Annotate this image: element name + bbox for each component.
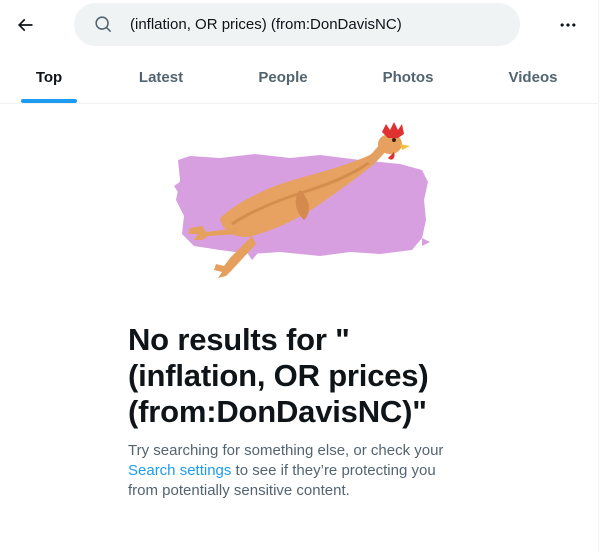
- empty-state-title: No results for " (inflation, OR prices) …: [128, 322, 429, 429]
- tab-label: People: [258, 69, 308, 86]
- arrow-left-icon: [17, 18, 33, 32]
- search-settings-link[interactable]: Search settings: [128, 462, 231, 479]
- tab-label: Photos: [382, 69, 434, 86]
- empty-state-text: Try searching for something else, or che…: [128, 442, 444, 459]
- tab-label: Top: [35, 69, 63, 86]
- search-results-page: Top Latest People Photos Videos: [0, 0, 599, 552]
- search-input[interactable]: [130, 3, 505, 46]
- tab-latest[interactable]: Latest: [112, 52, 210, 103]
- rubber-chicken-illustration: [174, 122, 430, 278]
- more-options-button[interactable]: [551, 8, 585, 42]
- more-horizontal-icon: [560, 23, 576, 27]
- tab-people[interactable]: People: [234, 52, 332, 103]
- active-tab-indicator: [21, 99, 77, 103]
- back-button[interactable]: [8, 8, 42, 42]
- empty-state-body: Try searching for something else, or che…: [128, 441, 463, 501]
- tab-videos[interactable]: Videos: [484, 52, 582, 103]
- search-tabs: Top Latest People Photos Videos: [0, 52, 598, 104]
- search-box[interactable]: [74, 3, 520, 46]
- tab-top[interactable]: Top: [0, 52, 98, 103]
- tab-label: Latest: [138, 69, 184, 86]
- search-header: [0, 0, 598, 52]
- tab-label: Videos: [508, 69, 558, 86]
- search-icon: [95, 16, 112, 33]
- tab-photos[interactable]: Photos: [359, 52, 457, 103]
